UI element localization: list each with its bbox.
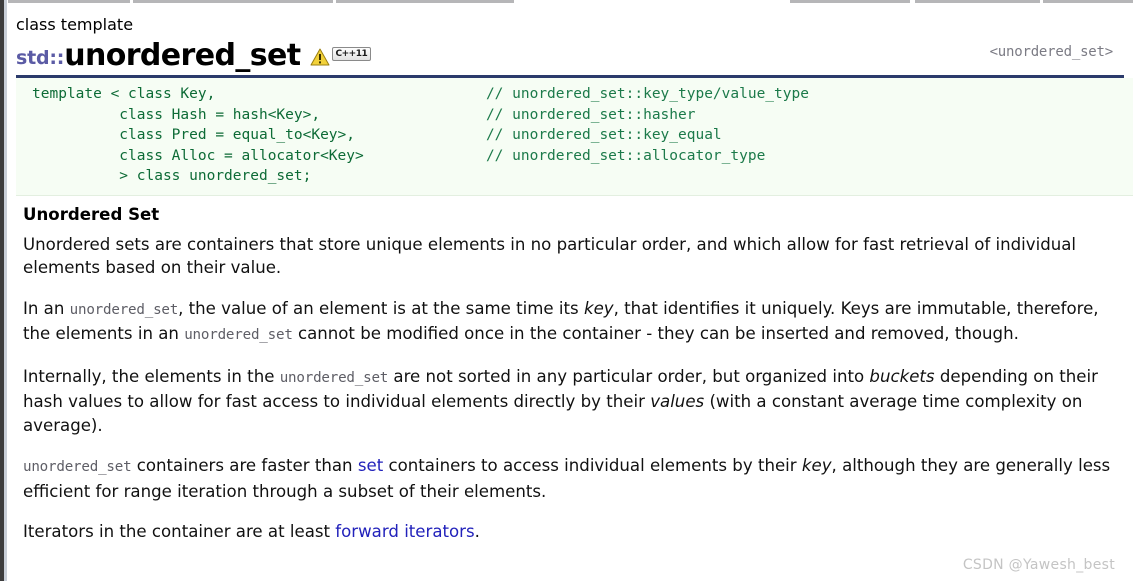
doc-body: Unordered Set Unordered sets are contain… <box>7 196 1133 544</box>
warning-triangle-icon[interactable] <box>310 48 330 66</box>
inline-code: unordered_set <box>184 327 293 344</box>
paragraph-buckets: Internally, the elements in the unordere… <box>23 365 1121 438</box>
paragraph-text: Internally, the elements in the <box>23 366 280 386</box>
cpp-version-badge[interactable]: C++11 <box>331 47 372 61</box>
emphasis-text: key <box>583 298 614 318</box>
paragraph-list: Unordered sets are containers that store… <box>23 233 1121 544</box>
header-include-label: <unordered_set> <box>989 44 1114 60</box>
code-line: class Pred = equal_to<Key>, // unordered… <box>32 125 1133 146</box>
reference-link[interactable]: set <box>358 456 383 475</box>
tab-sliver <box>1043 0 1133 3</box>
code-line-comment: // unordered_set::key_type/value_type <box>485 86 809 102</box>
emphasis-text: key <box>801 456 832 476</box>
tab-sliver <box>133 0 333 3</box>
emphasis-text: buckets <box>869 366 935 386</box>
code-line: class Alloc = allocator<Key> // unordere… <box>32 146 1133 167</box>
emphasis-text: values <box>650 392 705 412</box>
tab-sliver <box>790 0 910 3</box>
reference-link[interactable]: forward iterators <box>335 522 474 541</box>
paragraph-text: cannot be modified once in the container… <box>292 324 1019 344</box>
code-line-text: class Pred = equal_to<Key>, <box>32 127 486 144</box>
code-line-text: template < class Key, <box>32 86 486 102</box>
entity-kind-label: class template <box>16 15 134 34</box>
tab-sliver <box>336 0 514 3</box>
watermark: CSDN @Yawesh_best <box>962 557 1115 573</box>
code-line: > class unordered_set; <box>32 166 1133 187</box>
paragraph-key-immutable: In an unordered_set, the value of an ele… <box>23 297 1121 348</box>
code-line-text: > class unordered_set; <box>32 168 312 185</box>
title-name: unordered_set <box>64 38 301 73</box>
inline-code: unordered_set <box>69 301 179 318</box>
code-line-text: class Alloc = allocator<Key> <box>32 147 486 164</box>
code-line: template < class Key, // unordered_set::… <box>32 84 1133 105</box>
paragraph-text: containers to access individual elements… <box>383 456 802 476</box>
paragraph-text: . <box>474 522 480 542</box>
section-title: Unordered Set <box>23 204 160 224</box>
page-title: std:: unordered_set C++11 <box>16 37 1133 71</box>
code-line-comment: // unordered_set::key_equal <box>485 127 722 144</box>
code-line: class Hash = hash<Key>, // unordered_set… <box>32 105 1133 126</box>
code-line-comment: // unordered_set::hasher <box>485 106 696 123</box>
paragraph-vs-set: unordered_set containers are faster than… <box>23 454 1121 503</box>
inline-code: unordered_set <box>23 459 132 476</box>
code-line-text: class Hash = hash<Key>, <box>32 106 486 123</box>
code-line-comment: // unordered_set::allocator_type <box>485 147 766 164</box>
tab-sliver <box>8 0 130 3</box>
paragraph-text: containers are faster than <box>131 456 358 476</box>
declaration-code-block: template < class Key, // unordered_set::… <box>16 78 1133 196</box>
inline-code: unordered_set <box>279 369 389 386</box>
paragraph-text: Unordered sets are containers that store… <box>23 234 1077 278</box>
paragraph-iterators: Iterators in the container are at least … <box>23 520 1121 544</box>
title-badges: C++11 <box>310 47 372 71</box>
title-namespace: std:: <box>16 47 65 69</box>
doc-header: class template std:: unordered_set C++11… <box>7 6 1133 71</box>
paragraph-text: In an <box>23 298 70 318</box>
paragraph-intro: Unordered sets are containers that store… <box>23 233 1121 280</box>
paragraph-text: , the value of an element is at the same… <box>178 298 584 318</box>
tab-sliver <box>915 0 1040 3</box>
reference-page: class template std:: unordered_set C++11… <box>7 6 1133 581</box>
paragraph-text: are not sorted in any particular order, … <box>388 366 870 386</box>
paragraph-text: Iterators in the container are at least <box>23 522 336 542</box>
